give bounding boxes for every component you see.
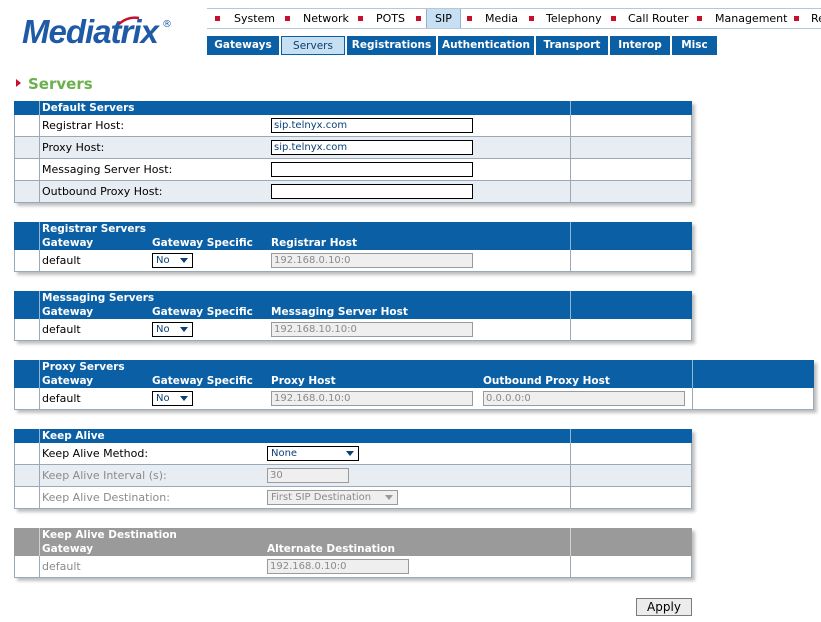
bullet-icon — [416, 16, 421, 21]
registrar-host-field: 192.168.0.10:0 — [271, 253, 473, 268]
keep-alive-destination-panel: Keep Alive Destination Gateway Alternate… — [14, 528, 692, 578]
top-menu: System Network POTS SIP Media Telephony … — [207, 8, 821, 29]
proxy-host-row: Proxy Host: sip.telnyx.com — [14, 137, 692, 159]
messaging-servers-header: Messaging Servers Gateway Gateway Specif… — [14, 291, 692, 319]
bullet-icon — [697, 16, 702, 21]
registrar-gateway-specific-select[interactable]: No — [152, 253, 193, 268]
menu-pots[interactable]: POTS — [376, 9, 405, 28]
tab-authentication[interactable]: Authentication — [438, 36, 534, 55]
menu-reboot[interactable]: Re — [811, 9, 821, 28]
proxy-gateway-specific-select[interactable]: No — [152, 391, 193, 406]
keep-alive-method-row: Keep Alive Method: None — [14, 443, 692, 465]
proxy-servers-panel: Proxy Servers Gateway Gateway Specific P… — [14, 360, 814, 410]
chevron-down-icon — [180, 258, 188, 263]
bullet-icon — [215, 16, 220, 21]
messaging-server-host-row: Messaging Server Host: — [14, 159, 692, 181]
registrar-servers-panel: Registrar Servers Gateway Gateway Specif… — [14, 222, 692, 272]
outbound-proxy-host-row: Outbound Proxy Host: — [14, 181, 692, 203]
tab-interop[interactable]: Interop — [610, 36, 670, 55]
default-servers-header: Default Servers — [14, 101, 692, 115]
menu-call-router[interactable]: Call Router — [628, 9, 688, 28]
mediatrix-logo: Mediatrix ® — [22, 12, 172, 52]
menu-network[interactable]: Network — [303, 9, 349, 28]
bullet-icon — [529, 16, 534, 21]
registrar-host-input[interactable]: sip.telnyx.com — [271, 118, 473, 133]
table-row: default No 192.168.10.10:0 — [14, 319, 692, 341]
default-servers-panel: Default Servers Registrar Host: sip.teln… — [14, 101, 692, 203]
tab-servers[interactable]: Servers — [281, 36, 345, 55]
proxy-host-input[interactable]: sip.telnyx.com — [271, 140, 473, 155]
table-row: default 192.168.0.10:0 — [14, 556, 692, 578]
keep-alive-method-select[interactable]: None — [267, 446, 359, 461]
tab-transport[interactable]: Transport — [536, 36, 608, 55]
tab-registrations[interactable]: Registrations — [347, 36, 436, 55]
keep-alive-panel: Keep Alive Keep Alive Method: None Keep … — [14, 429, 692, 509]
keep-alive-header: Keep Alive — [14, 429, 692, 443]
bullet-icon — [358, 16, 363, 21]
bullet-icon — [794, 16, 799, 21]
keep-alive-interval-row: Keep Alive Interval (s): 30 — [14, 465, 692, 487]
messaging-gateway-specific-select[interactable]: No — [152, 322, 193, 337]
menu-sip[interactable]: SIP — [426, 9, 461, 28]
apply-button[interactable]: Apply — [636, 598, 692, 616]
chevron-down-icon — [180, 327, 188, 332]
table-row: default No 192.168.0.10:0 0.0.0.0:0 — [14, 388, 814, 410]
proxy-host-field: 192.168.0.10:0 — [271, 391, 473, 406]
chevron-down-icon — [180, 396, 188, 401]
menu-media[interactable]: Media — [485, 9, 518, 28]
menu-system[interactable]: System — [234, 9, 275, 28]
outbound-proxy-host-input[interactable] — [271, 184, 473, 199]
keep-alive-destination-row: Keep Alive Destination: First SIP Destin… — [14, 487, 692, 509]
chevron-down-icon — [346, 451, 354, 456]
bullet-icon — [467, 16, 472, 21]
tab-misc[interactable]: Misc — [672, 36, 717, 55]
chevron-right-icon — [16, 79, 21, 87]
page-title: Servers — [16, 75, 93, 93]
registrar-servers-header: Registrar Servers Gateway Gateway Specif… — [14, 222, 692, 250]
keep-alive-destination-select: First SIP Destination — [267, 490, 398, 505]
table-row: default No 192.168.0.10:0 — [14, 250, 692, 272]
bullet-icon — [611, 16, 616, 21]
messaging-server-host-field: 192.168.10.10:0 — [271, 322, 473, 337]
tab-gateways[interactable]: Gateways — [207, 36, 279, 55]
messaging-servers-panel: Messaging Servers Gateway Gateway Specif… — [14, 291, 692, 341]
menu-management[interactable]: Management — [715, 9, 787, 28]
registrar-host-row: Registrar Host: sip.telnyx.com — [14, 115, 692, 137]
keep-alive-destination-header: Keep Alive Destination Gateway Alternate… — [14, 528, 692, 556]
menu-telephony[interactable]: Telephony — [546, 9, 602, 28]
alternate-destination-field: 192.168.0.10:0 — [267, 559, 409, 574]
messaging-server-host-input[interactable] — [271, 162, 473, 177]
bullet-icon — [285, 16, 290, 21]
chevron-down-icon — [385, 495, 393, 500]
proxy-servers-header: Proxy Servers Gateway Gateway Specific P… — [14, 360, 814, 388]
keep-alive-interval-field: 30 — [267, 468, 349, 483]
outbound-proxy-host-field: 0.0.0.0:0 — [483, 391, 685, 406]
registered-mark: ® — [162, 19, 172, 30]
logo-swoosh-icon — [118, 16, 140, 25]
